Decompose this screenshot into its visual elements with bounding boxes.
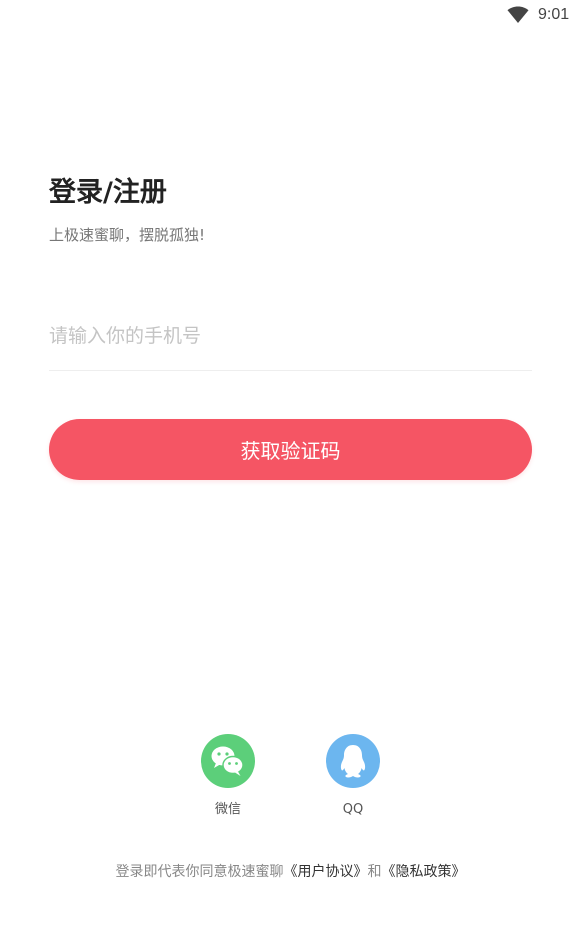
status-bar: 9:01 [0, 0, 581, 30]
qq-penguin-icon [326, 734, 380, 788]
user-agreement-link[interactable]: 《用户协议》 [284, 864, 368, 880]
wifi-icon [507, 6, 529, 23]
agreement-prefix: 登录即代表你同意极速蜜聊 [115, 864, 284, 880]
phone-input[interactable] [49, 316, 532, 356]
wechat-login-button[interactable]: 微信 [188, 734, 268, 818]
wechat-icon [201, 734, 255, 788]
page-subtitle: 上极速蜜聊，摆脱孤独! [49, 226, 206, 244]
get-code-button[interactable]: 获取验证码 [49, 419, 532, 480]
phone-input-underline [49, 370, 532, 371]
privacy-policy-link[interactable]: 《隐私政策》 [382, 864, 466, 880]
agreement-text: 登录即代表你同意极速蜜聊《用户协议》和《隐私政策》 [0, 862, 581, 882]
qq-login-button[interactable]: QQ [313, 734, 393, 818]
page-title: 登录/注册 [49, 177, 167, 208]
agreement-connector: 和 [367, 864, 382, 880]
status-time: 9:01 [538, 6, 570, 23]
qq-label: QQ [342, 802, 364, 817]
wechat-label: 微信 [214, 802, 241, 817]
